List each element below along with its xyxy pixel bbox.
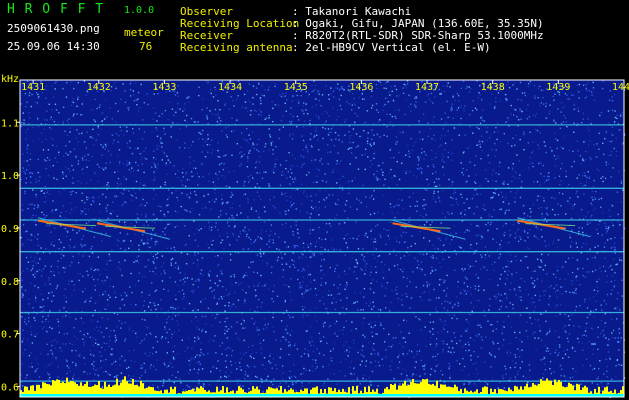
spectrogram-background	[20, 80, 624, 397]
spectrogram-chart: kHz1431 1432 1433 1434 1435 1436 1437 1438 1439 1…	[1, 74, 629, 399]
y-tick-label: 0.7	[1, 330, 19, 341]
y-tick-label: 1.1	[1, 118, 19, 129]
x-tick-label: 1435	[284, 82, 308, 93]
y-tick-label: 0.6	[1, 382, 19, 393]
y-unit-label: kHz	[1, 74, 19, 85]
x-tick-label: 1439	[546, 82, 570, 93]
y-tick-label: 0.8	[1, 277, 19, 288]
y-tick-label: 0.9	[1, 224, 19, 235]
x-tick-label: 1438	[481, 82, 505, 93]
x-tick-label: 1434	[218, 82, 242, 93]
x-tick-label: 1431	[21, 82, 45, 93]
x-tick-label: 1436	[349, 82, 373, 93]
x-tick-label: 1437	[415, 82, 439, 93]
spectrogram-noise	[20, 80, 626, 399]
x-tick-label: 1433	[152, 82, 176, 93]
x-tick-label: 1432	[87, 82, 111, 93]
x-tick-label: 1440	[612, 82, 629, 93]
y-tick-label: 1.0	[1, 171, 19, 182]
